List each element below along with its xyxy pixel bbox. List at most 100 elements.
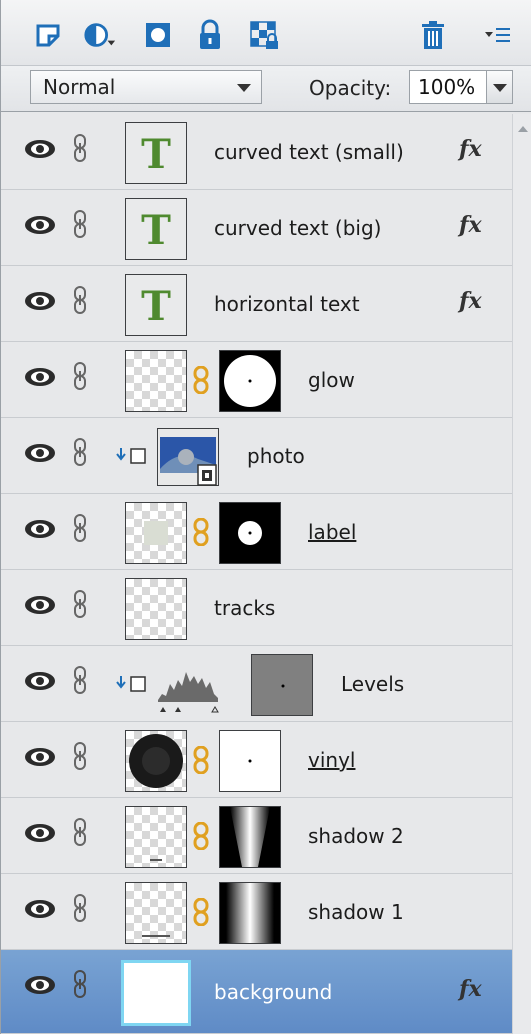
layer-thumbnail bbox=[125, 502, 187, 564]
layer-thumbnail bbox=[125, 730, 187, 792]
smart-object-icon bbox=[197, 464, 217, 486]
eye-icon[interactable] bbox=[23, 746, 57, 768]
layer-row-selected[interactable]: background fx bbox=[1, 950, 512, 1034]
eye-icon[interactable] bbox=[23, 290, 57, 312]
layer-thumbnail: T bbox=[125, 198, 187, 260]
layer-name: Levels bbox=[341, 672, 405, 696]
opacity-input[interactable]: 100% bbox=[409, 70, 487, 104]
layer-row[interactable]: vinyl bbox=[1, 722, 512, 798]
eye-icon[interactable] bbox=[23, 442, 57, 464]
opacity-label: Opacity: bbox=[309, 76, 392, 100]
layer-name: photo bbox=[247, 444, 305, 468]
layer-row[interactable]: T curved text (big) fx bbox=[1, 190, 512, 266]
link-icon[interactable] bbox=[73, 437, 87, 467]
mask-link-icon[interactable] bbox=[193, 822, 209, 850]
layer-mask-thumbnail[interactable] bbox=[251, 654, 313, 716]
layer-row[interactable]: label bbox=[1, 494, 512, 570]
layer-thumbnail bbox=[125, 882, 187, 944]
layers-panel: Normal Opacity: 100% T curved text (smal… bbox=[0, 0, 531, 1034]
layer-mask-thumbnail[interactable] bbox=[219, 350, 281, 412]
layer-row[interactable]: Levels bbox=[1, 646, 512, 722]
chevron-down-icon bbox=[237, 84, 251, 92]
panel-menu-icon[interactable] bbox=[481, 18, 515, 52]
link-icon[interactable] bbox=[73, 665, 87, 695]
trash-icon[interactable] bbox=[416, 18, 450, 52]
fx-icon[interactable]: fx bbox=[459, 288, 482, 314]
layer-name: shadow 1 bbox=[308, 900, 404, 924]
text-layer-icon: T bbox=[141, 283, 171, 330]
layer-row[interactable]: shadow 2 bbox=[1, 798, 512, 874]
layer-mask-thumbnail[interactable] bbox=[219, 730, 281, 792]
layer-mask-thumbnail[interactable] bbox=[219, 806, 281, 868]
layer-name: glow bbox=[308, 368, 355, 392]
new-layer-icon[interactable] bbox=[31, 18, 65, 52]
svg-text:T: T bbox=[141, 131, 171, 178]
layer-row[interactable]: T curved text (small) fx bbox=[1, 114, 512, 190]
mask-link-icon[interactable] bbox=[193, 898, 209, 926]
mask-shape bbox=[224, 355, 276, 407]
eye-icon[interactable] bbox=[23, 822, 57, 844]
mask-link-icon[interactable] bbox=[193, 518, 209, 546]
layer-thumbnail bbox=[125, 578, 187, 640]
text-layer-icon: T bbox=[141, 131, 171, 178]
link-icon[interactable] bbox=[73, 817, 87, 847]
layer-mask-thumbnail[interactable] bbox=[219, 882, 281, 944]
layer-mask-thumbnail[interactable] bbox=[219, 502, 281, 564]
fx-icon[interactable]: fx bbox=[459, 136, 482, 162]
mask-link-icon[interactable] bbox=[193, 366, 209, 394]
blend-mode-dropdown[interactable]: Normal bbox=[30, 70, 262, 104]
layer-row[interactable]: glow bbox=[1, 342, 512, 418]
layer-name: vinyl bbox=[308, 748, 356, 772]
eye-icon[interactable] bbox=[23, 214, 57, 236]
layer-name: label bbox=[308, 520, 357, 544]
blend-mode-value: Normal bbox=[43, 75, 116, 99]
mask-shape bbox=[226, 883, 274, 943]
link-icon[interactable] bbox=[73, 513, 87, 543]
lock-icon[interactable] bbox=[193, 18, 227, 52]
layer-row[interactable]: T horizontal text fx bbox=[1, 266, 512, 342]
layer-name: horizontal text bbox=[214, 292, 360, 316]
layer-row[interactable]: tracks bbox=[1, 570, 512, 646]
eye-icon[interactable] bbox=[23, 898, 57, 920]
svg-text:T: T bbox=[141, 207, 171, 254]
layer-name: background bbox=[214, 980, 333, 1004]
lock-transparency-icon[interactable] bbox=[247, 18, 281, 52]
layer-thumbnail bbox=[125, 806, 187, 868]
mask-link-icon[interactable] bbox=[193, 746, 209, 774]
link-icon[interactable] bbox=[73, 589, 87, 619]
label-shape bbox=[144, 521, 168, 545]
fx-icon[interactable]: fx bbox=[459, 976, 482, 1002]
mask-shape bbox=[281, 684, 285, 688]
fx-icon[interactable]: fx bbox=[459, 212, 482, 238]
shadow-shape bbox=[142, 935, 170, 937]
layer-thumbnail bbox=[121, 960, 191, 1026]
link-icon[interactable] bbox=[73, 361, 87, 391]
chevron-down-icon bbox=[493, 84, 507, 92]
vertical-scrollbar[interactable] bbox=[512, 114, 531, 1034]
layer-mask-icon[interactable] bbox=[141, 18, 175, 52]
link-icon[interactable] bbox=[73, 285, 87, 315]
link-icon[interactable] bbox=[73, 969, 87, 999]
layer-list: T curved text (small) fx T curved text (… bbox=[1, 114, 531, 1034]
levels-histogram-icon bbox=[158, 672, 219, 713]
eye-icon[interactable] bbox=[23, 974, 57, 996]
eye-icon[interactable] bbox=[23, 670, 57, 692]
layer-row[interactable]: shadow 1 bbox=[1, 874, 512, 950]
mask-shape bbox=[248, 759, 252, 763]
eye-icon[interactable] bbox=[23, 366, 57, 388]
layer-name: tracks bbox=[214, 596, 276, 620]
opacity-dropdown-button[interactable] bbox=[487, 70, 513, 104]
layer-row[interactable]: photo bbox=[1, 418, 512, 494]
eye-icon[interactable] bbox=[23, 594, 57, 616]
link-icon[interactable] bbox=[73, 741, 87, 771]
adjustment-layer-icon[interactable] bbox=[83, 18, 117, 52]
link-icon[interactable] bbox=[73, 209, 87, 239]
scroll-up-arrow-icon[interactable] bbox=[518, 126, 528, 132]
eye-icon[interactable] bbox=[23, 138, 57, 160]
link-icon[interactable] bbox=[73, 893, 87, 923]
link-icon[interactable] bbox=[73, 133, 87, 163]
layer-name: curved text (small) bbox=[214, 140, 404, 164]
eye-icon[interactable] bbox=[23, 518, 57, 540]
layers-toolbar bbox=[1, 0, 531, 66]
clipping-mask-icon bbox=[116, 676, 146, 692]
